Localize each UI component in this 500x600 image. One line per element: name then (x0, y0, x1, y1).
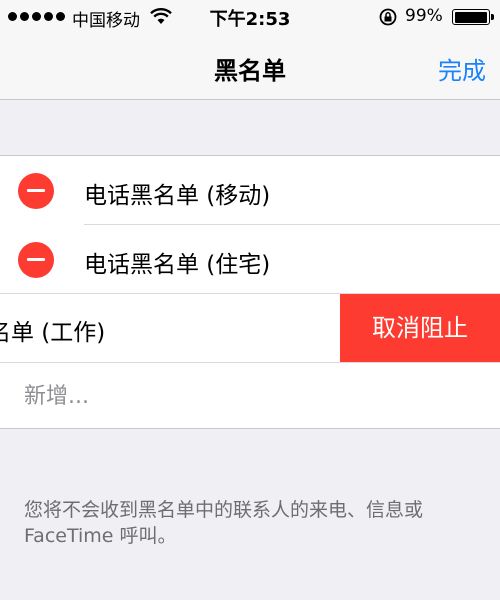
list-item-label: 名单 (工作) (0, 320, 106, 346)
unblock-button[interactable]: 取消阻止 (340, 294, 500, 362)
add-new-button[interactable]: 新增... (24, 378, 89, 410)
blocked-list: 电话黑名单 (移动) 电话黑名单 (住宅) 名单 (工作) 取消阻止 新增... (0, 155, 500, 429)
list-item-swiped[interactable]: 名单 (工作) 取消阻止 (0, 294, 500, 362)
rotation-lock-icon (378, 8, 398, 31)
list-item-label: 电话黑名单 (住宅) (84, 252, 271, 278)
status-bar: 中国移动 下午2:53 99% (0, 0, 500, 34)
page-title: 黑名单 (214, 57, 286, 85)
minus-circle-icon[interactable] (18, 242, 54, 278)
navigation-bar: 黑名单 完成 (0, 34, 500, 100)
minus-circle-icon[interactable] (18, 173, 54, 209)
list-item-label: 电话黑名单 (移动) (84, 183, 271, 209)
footer-note: 您将不会收到黑名单中的联系人的来电、信息或 FaceTime 呼叫。 (24, 499, 424, 547)
done-button[interactable]: 完成 (438, 51, 486, 86)
divider (0, 362, 500, 363)
battery-percent: 99% (405, 6, 443, 26)
battery-icon (452, 9, 494, 25)
list-item[interactable]: 电话黑名单 (住宅) (0, 225, 500, 293)
list-item[interactable]: 电话黑名单 (移动) (0, 156, 500, 224)
